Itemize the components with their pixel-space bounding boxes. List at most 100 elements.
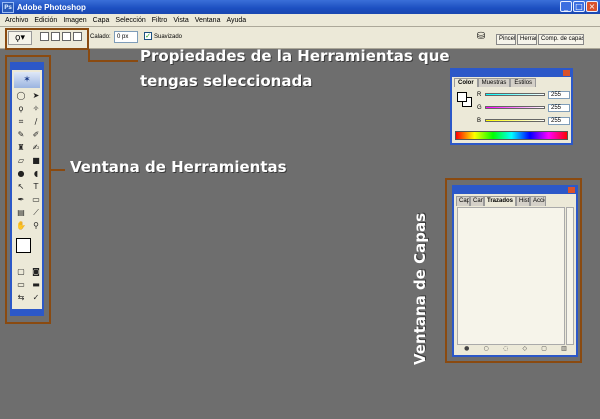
menu-seleccion[interactable]: Selección bbox=[112, 17, 148, 24]
slider-b[interactable]: B 255 bbox=[477, 116, 570, 125]
marquee-tool-icon[interactable]: ◯ bbox=[14, 90, 28, 102]
close-icon[interactable] bbox=[563, 70, 570, 76]
annotation-layers: Ventana de Capas bbox=[411, 212, 430, 366]
type-tool-icon[interactable]: T bbox=[29, 181, 43, 193]
notes-tool-icon[interactable]: ▤ bbox=[14, 207, 28, 219]
slice-tool-icon[interactable]: ∕ bbox=[29, 116, 43, 128]
hand-tool-icon[interactable]: ✋ bbox=[14, 220, 28, 232]
menu-ventana[interactable]: Ventana bbox=[192, 17, 224, 24]
tab-color[interactable]: Color bbox=[454, 78, 478, 87]
eraser-tool-icon[interactable]: ▱ bbox=[14, 155, 28, 167]
move-tool-icon[interactable]: ➤ bbox=[29, 90, 43, 102]
slider-g-label: G bbox=[477, 104, 482, 111]
make-path-icon[interactable]: ◇ bbox=[522, 345, 527, 352]
brush-tool-icon[interactable]: ✐ bbox=[29, 129, 43, 141]
slider-g-track[interactable] bbox=[485, 106, 545, 109]
pen-tool-icon[interactable]: ✒ bbox=[14, 194, 28, 206]
tab-historia[interactable]: Historia bbox=[516, 196, 530, 206]
slider-r[interactable]: R 255 bbox=[477, 90, 570, 99]
fill-path-icon[interactable]: ● bbox=[464, 345, 469, 352]
window-title: Adobe Photoshop bbox=[17, 2, 86, 12]
feather-input[interactable]: 0 px bbox=[114, 31, 138, 43]
slider-g-value[interactable]: 255 bbox=[548, 103, 570, 112]
tools-palette-titlebar[interactable] bbox=[12, 64, 42, 70]
screen-mode-icon[interactable]: ▭ bbox=[14, 279, 28, 291]
magic-wand-tool-icon[interactable]: ✧ bbox=[29, 103, 43, 115]
color-swatches[interactable] bbox=[14, 236, 40, 264]
gradient-tool-icon[interactable]: ■ bbox=[29, 155, 43, 167]
menu-filtro[interactable]: Filtro bbox=[149, 17, 171, 24]
eyedropper-tool-icon[interactable]: ⟋ bbox=[29, 207, 43, 219]
quick-mask-mode-icon[interactable]: ◙ bbox=[29, 266, 43, 278]
photoshop-logo-icon: Ps bbox=[2, 1, 14, 13]
clone-stamp-tool-icon[interactable]: ♜ bbox=[14, 142, 28, 154]
stroke-path-icon[interactable]: ○ bbox=[484, 345, 489, 352]
tab-acciones[interactable]: Acciones bbox=[530, 196, 546, 206]
antialias-checkbox[interactable]: ✓ bbox=[144, 32, 152, 40]
palette-well-icon[interactable]: ⛁ bbox=[474, 31, 488, 44]
well-tab-herramientas[interactable]: Herramientas bbox=[517, 34, 537, 45]
slider-b-value[interactable]: 255 bbox=[548, 116, 570, 125]
tools-palette-footer bbox=[12, 309, 42, 314]
history-brush-tool-icon[interactable]: ✍ bbox=[29, 142, 43, 154]
new-path-icon[interactable]: ▢ bbox=[541, 345, 547, 352]
slider-b-label: B bbox=[477, 117, 482, 124]
dodge-tool-icon[interactable]: ◖ bbox=[29, 168, 43, 180]
shape-tool-icon[interactable]: ▭ bbox=[29, 194, 43, 206]
imageready-icon[interactable]: ✓ bbox=[29, 292, 43, 304]
paths-list[interactable] bbox=[457, 207, 565, 345]
annotation-options-line2: tengas seleccionada bbox=[140, 72, 313, 90]
menu-ayuda[interactable]: Ayuda bbox=[223, 17, 249, 24]
tab-canales[interactable]: Canales bbox=[470, 196, 484, 206]
paths-footer: ● ○ ◌ ◇ ▢ ▥ bbox=[457, 344, 574, 352]
new-selection-icon[interactable] bbox=[40, 32, 49, 41]
delete-path-icon[interactable]: ▥ bbox=[561, 345, 567, 352]
minimize-button[interactable]: _ bbox=[560, 1, 572, 12]
slider-g[interactable]: G 255 bbox=[477, 103, 570, 112]
well-tab-comp-capas[interactable]: Comp. de capas bbox=[538, 34, 584, 45]
color-palette-titlebar[interactable] bbox=[452, 70, 571, 77]
slider-r-track[interactable] bbox=[485, 93, 545, 96]
menu-archivo[interactable]: Archivo bbox=[2, 17, 31, 24]
full-screen-mode-icon[interactable]: ▬ bbox=[29, 279, 43, 291]
foreground-color-swatch[interactable] bbox=[16, 238, 31, 253]
zoom-tool-icon[interactable]: ⚲ bbox=[29, 220, 43, 232]
well-tab-pinceles[interactable]: Pinceles bbox=[496, 34, 516, 45]
path-selection-tool-icon[interactable]: ↖ bbox=[14, 181, 28, 193]
feather-label: Calado: bbox=[90, 34, 111, 40]
lasso-tool-preset-icon[interactable]: ϙ▾ bbox=[8, 31, 32, 45]
tab-estilos[interactable]: Estilos bbox=[510, 78, 537, 87]
layers-palette-titlebar[interactable] bbox=[454, 187, 576, 194]
foreground-swatch[interactable] bbox=[457, 92, 467, 102]
lasso-tool-icon[interactable]: ϙ bbox=[14, 103, 28, 115]
layers-palette: Capas Canales Trazados Historia Acciones… bbox=[452, 185, 578, 357]
menu-imagen[interactable]: Imagen bbox=[60, 17, 89, 24]
tab-capas[interactable]: Capas bbox=[456, 196, 470, 206]
subtract-selection-icon[interactable] bbox=[62, 32, 71, 41]
load-selection-icon[interactable]: ◌ bbox=[503, 345, 508, 352]
healing-brush-tool-icon[interactable]: ✎ bbox=[14, 129, 28, 141]
crop-tool-icon[interactable]: ⌗ bbox=[14, 116, 28, 128]
close-button[interactable]: × bbox=[586, 1, 598, 12]
menu-edicion[interactable]: Edición bbox=[31, 17, 60, 24]
intersect-selection-icon[interactable] bbox=[73, 32, 82, 41]
slider-b-track[interactable] bbox=[485, 119, 545, 122]
standard-mode-icon[interactable]: ▢ bbox=[14, 266, 28, 278]
maximize-button[interactable]: □ bbox=[573, 1, 585, 12]
menu-vista[interactable]: Vista bbox=[170, 17, 191, 24]
paths-scrollbar[interactable] bbox=[566, 207, 574, 345]
tools-connector-line bbox=[51, 169, 65, 171]
tab-muestras[interactable]: Muestras bbox=[477, 78, 511, 87]
photoshop-eye-logo-icon[interactable]: ✶ bbox=[14, 72, 40, 88]
close-icon[interactable] bbox=[568, 187, 575, 193]
slider-r-value[interactable]: 255 bbox=[548, 90, 570, 99]
menu-bar: Archivo Edición Imagen Capa Selección Fi… bbox=[0, 14, 600, 27]
blur-tool-icon[interactable]: ● bbox=[14, 168, 28, 180]
options-connector-line-h bbox=[88, 60, 138, 62]
color-spectrum-bar[interactable] bbox=[455, 131, 568, 140]
tab-trazados[interactable]: Trazados bbox=[484, 196, 516, 206]
menu-capa[interactable]: Capa bbox=[90, 17, 113, 24]
add-selection-icon[interactable] bbox=[51, 32, 60, 41]
imageready-jump-icon[interactable]: ⇆ bbox=[14, 292, 28, 304]
antialias-label: Suavizado bbox=[154, 34, 183, 40]
